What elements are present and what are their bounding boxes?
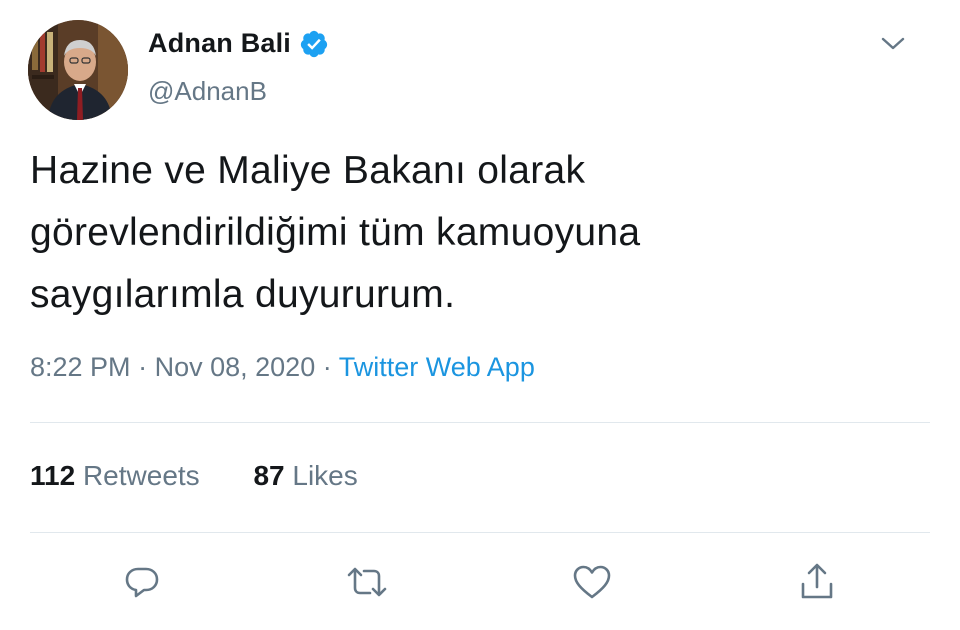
tweet-text-line: görevlendirildiğimi tüm kamuoyuna bbox=[30, 211, 641, 254]
tweet-date[interactable]: Nov 08, 2020 bbox=[155, 352, 316, 382]
tweet-time[interactable]: 8:22 PM bbox=[30, 352, 131, 382]
meta-separator: · bbox=[138, 352, 148, 382]
tweet-meta: 8:22 PM · Nov 08, 2020 · Twitter Web App bbox=[30, 352, 535, 383]
tweet-text: Hazine ve Maliye Bakanı olarak görevlend… bbox=[30, 140, 930, 326]
tweet-text-line: Hazine ve Maliye Bakanı olarak bbox=[30, 149, 586, 192]
tweet-stats: 112 Retweets 87 Likes bbox=[30, 460, 358, 492]
share-icon[interactable] bbox=[795, 560, 839, 604]
action-bar bbox=[0, 560, 960, 604]
retweets-label: Retweets bbox=[82, 460, 200, 491]
avatar[interactable] bbox=[28, 20, 128, 120]
divider bbox=[30, 422, 930, 423]
user-handle[interactable]: @AdnanB bbox=[148, 76, 267, 107]
display-name[interactable]: Adnan Bali bbox=[148, 28, 291, 59]
likes-count: 87 bbox=[253, 460, 285, 491]
reply-icon[interactable] bbox=[120, 560, 164, 604]
chevron-down-icon[interactable] bbox=[878, 32, 908, 56]
profile-photo-icon bbox=[28, 20, 128, 120]
likes-stat[interactable]: 87 Likes bbox=[253, 460, 357, 491]
likes-label: Likes bbox=[292, 460, 358, 491]
retweets-count: 112 bbox=[30, 460, 76, 491]
retweet-icon[interactable] bbox=[345, 560, 389, 604]
meta-separator: · bbox=[322, 352, 332, 382]
tweet-source-link[interactable]: Twitter Web App bbox=[339, 352, 535, 382]
retweets-stat[interactable]: 112 Retweets bbox=[30, 460, 207, 491]
tweet-text-line: saygılarımla duyururum. bbox=[30, 273, 456, 316]
divider bbox=[30, 532, 930, 533]
like-icon[interactable] bbox=[570, 560, 614, 604]
verified-badge-icon bbox=[299, 29, 329, 59]
